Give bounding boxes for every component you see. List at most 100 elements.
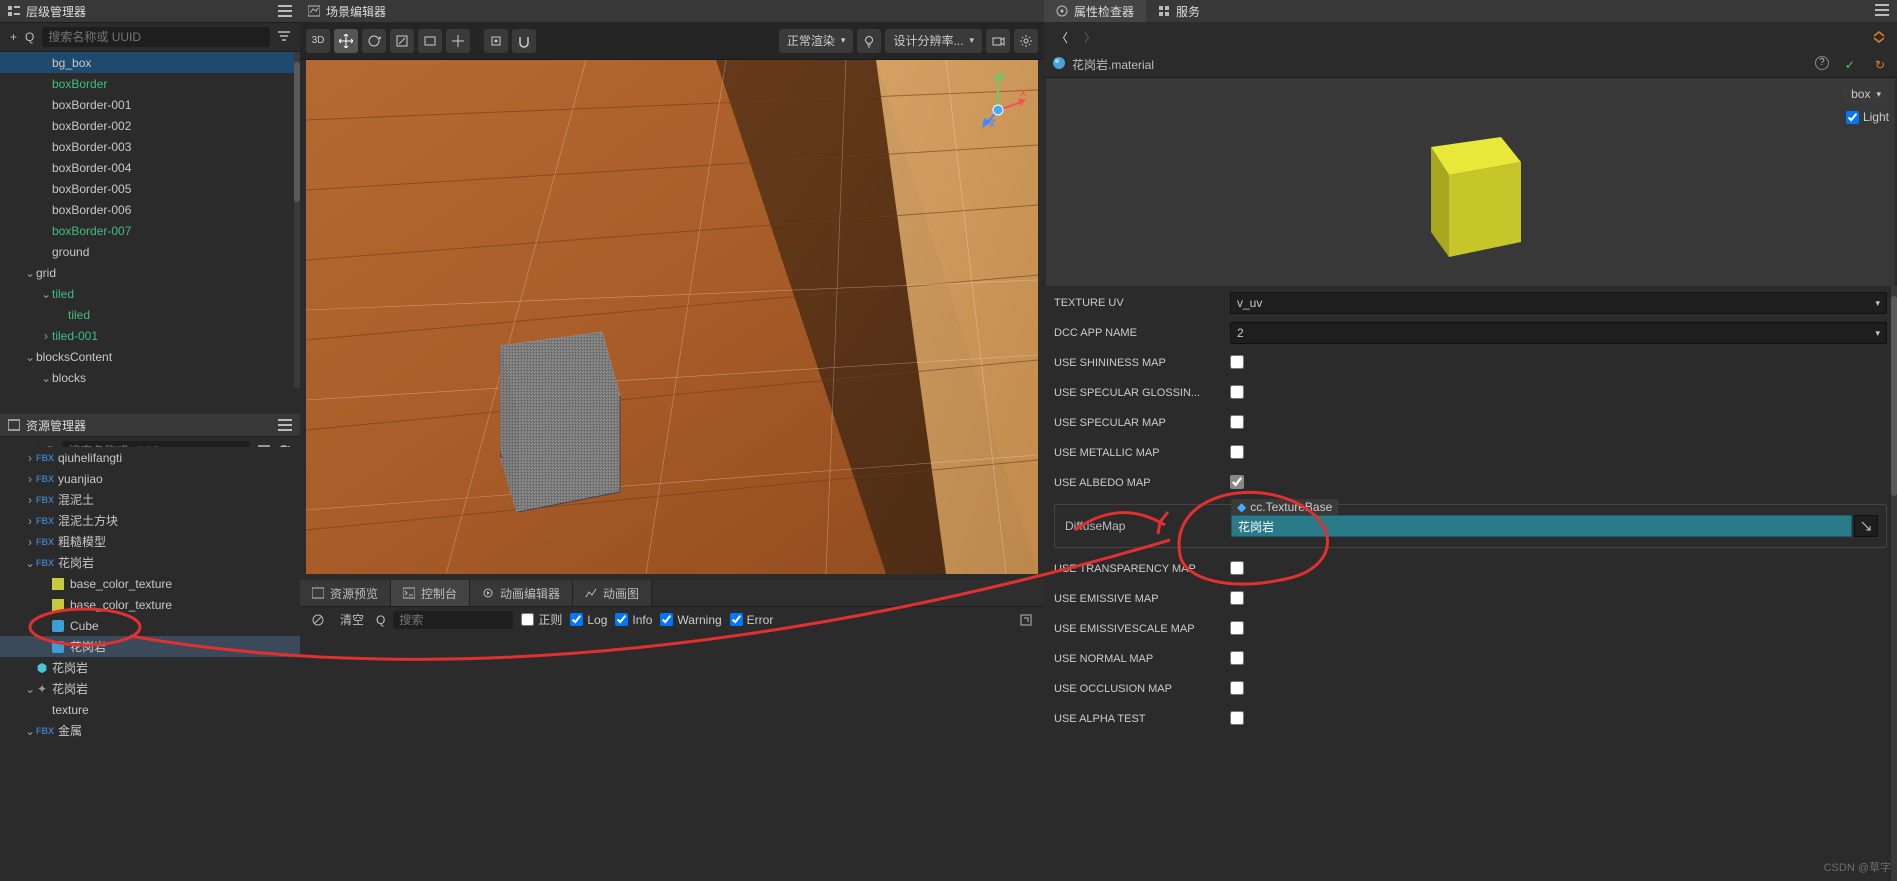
asset-item[interactable]: 花岗岩 <box>0 636 300 657</box>
nav-back-button[interactable]: 〈 <box>1052 27 1072 48</box>
use-shininess-checkbox[interactable] <box>1230 355 1244 369</box>
camera-button[interactable] <box>986 29 1010 53</box>
preview-primitive-dropdown[interactable]: box▾ <box>1843 84 1889 104</box>
prop-use-metallic: USE METALLIC MAP <box>1054 438 1887 468</box>
texture-uv-dropdown[interactable]: v_uv▾ <box>1230 292 1887 314</box>
hierarchy-item[interactable]: boxBorder-007 <box>0 220 300 241</box>
hierarchy-item[interactable]: boxBorder-005 <box>0 178 300 199</box>
use-emissivescale-checkbox[interactable] <box>1230 621 1244 635</box>
console-clear-button[interactable]: 清空 <box>336 609 368 630</box>
use-spec-gloss-checkbox[interactable] <box>1230 385 1244 399</box>
hierarchy-item[interactable]: boxBorder-001 <box>0 94 300 115</box>
hierarchy-menu-button[interactable] <box>278 5 292 17</box>
hierarchy-item[interactable]: boxBorder-003 <box>0 136 300 157</box>
hierarchy-item[interactable]: ⌄blocksContent <box>0 346 300 367</box>
revert-button[interactable]: ↻ <box>1871 56 1889 74</box>
asset-item[interactable]: ›FBXyuanjiao <box>0 468 300 489</box>
use-normal-checkbox[interactable] <box>1230 651 1244 665</box>
asset-item[interactable]: base_color_texture <box>0 594 300 615</box>
console-open-button[interactable] <box>1016 612 1036 628</box>
hierarchy-tree[interactable]: bg_boxboxBorderboxBorder-001boxBorder-00… <box>0 52 300 414</box>
asset-item[interactable]: ›FBXqiuhelifangti <box>0 447 300 468</box>
use-transparency-checkbox[interactable] <box>1230 561 1244 575</box>
hierarchy-item[interactable]: boxBorder-006 <box>0 199 300 220</box>
use-alpha-test-checkbox[interactable] <box>1230 711 1244 725</box>
hierarchy-item[interactable]: boxBorder <box>0 73 300 94</box>
hierarchy-item[interactable]: bg_box <box>0 52 300 73</box>
prop-dcc-app: DCC APP NAME 2▾ <box>1054 318 1887 348</box>
search-icon: Q <box>21 28 38 46</box>
diffuse-map-picker-button[interactable] <box>1854 515 1878 537</box>
prop-use-spec-gloss: USE SPECULAR GLOSSIN... <box>1054 378 1887 408</box>
preview-light-checkbox[interactable]: Light <box>1846 110 1889 124</box>
mode-3d-button[interactable]: 3D <box>306 29 330 53</box>
asset-item[interactable]: ⌄FBX花岗岩 <box>0 552 300 573</box>
console-stop-icon[interactable] <box>308 612 328 628</box>
inspector-menu-button[interactable] <box>1867 0 1897 22</box>
add-node-button[interactable]: + <box>6 28 21 46</box>
asset-item[interactable]: ⬢花岗岩 <box>0 657 300 678</box>
expand-button[interactable] <box>1869 29 1889 45</box>
filter-button[interactable] <box>274 29 294 45</box>
console-warning-checkbox[interactable]: Warning <box>660 613 721 627</box>
scene-viewport[interactable]: y x z <box>306 60 1038 574</box>
tab-animation-editor[interactable]: 动画编辑器 <box>470 580 573 606</box>
transform-tool-button[interactable] <box>446 29 470 53</box>
axis-gizmo[interactable]: y x z <box>968 70 1028 130</box>
asset-item[interactable]: ⌄FBX金属 <box>0 720 300 741</box>
use-metallic-checkbox[interactable] <box>1230 445 1244 459</box>
console-search-input[interactable] <box>393 611 513 629</box>
hierarchy-icon <box>8 5 20 17</box>
console-toolbar: 清空 Q 正则 Log Info Warning Error <box>300 606 1044 632</box>
light-toggle-button[interactable] <box>857 29 881 53</box>
tab-console[interactable]: 控制台 <box>391 580 470 606</box>
asset-item[interactable]: ›FBX粗糙模型 <box>0 531 300 552</box>
use-emissive-checkbox[interactable] <box>1230 591 1244 605</box>
render-mode-dropdown[interactable]: 正常渲染▾ <box>779 29 854 53</box>
help-button[interactable]: ? <box>1815 56 1829 70</box>
console-regex-checkbox[interactable]: 正则 <box>521 611 562 628</box>
tab-asset-preview[interactable]: 资源预览 <box>300 580 391 606</box>
asset-item[interactable]: ›FBX混泥土方块 <box>0 510 300 531</box>
console-error-checkbox[interactable]: Error <box>730 613 774 627</box>
asset-item[interactable]: ›FBX混泥土 <box>0 489 300 510</box>
console-log-checkbox[interactable]: Log <box>570 613 607 627</box>
use-specular-checkbox[interactable] <box>1230 415 1244 429</box>
anchor-tool-button[interactable] <box>484 29 508 53</box>
tab-inspector[interactable]: 属性检查器 <box>1044 0 1146 22</box>
dcc-app-dropdown[interactable]: 2▾ <box>1230 322 1887 344</box>
asset-item[interactable]: ⌄✦花岗岩 <box>0 678 300 699</box>
hierarchy-item[interactable]: boxBorder-004 <box>0 157 300 178</box>
tab-services[interactable]: 服务 <box>1146 0 1212 22</box>
tab-animation-graph[interactable]: 动画图 <box>573 580 652 606</box>
settings-button[interactable] <box>1014 29 1038 53</box>
apply-button[interactable]: ✓ <box>1841 56 1859 74</box>
console-info-checkbox[interactable]: Info <box>615 613 652 627</box>
material-preview[interactable]: box▾ Light <box>1046 78 1895 286</box>
move-tool-button[interactable] <box>334 29 358 53</box>
hierarchy-item[interactable]: ground <box>0 241 300 262</box>
hierarchy-search-input[interactable] <box>42 27 270 47</box>
hierarchy-item[interactable]: ⌄tiled <box>0 283 300 304</box>
use-occlusion-checkbox[interactable] <box>1230 681 1244 695</box>
scale-tool-button[interactable] <box>390 29 414 53</box>
assets-tree[interactable]: ›FBXqiuhelifangti›FBXyuanjiao›FBX混泥土›FBX… <box>0 447 300 881</box>
assets-menu-button[interactable] <box>278 419 292 431</box>
snap-tool-button[interactable] <box>512 29 536 53</box>
resolution-dropdown[interactable]: 设计分辨率...▾ <box>885 29 982 53</box>
hierarchy-item[interactable]: tiled <box>0 304 300 325</box>
hierarchy-item[interactable]: ⌄blocks <box>0 367 300 388</box>
asset-item[interactable]: Cube <box>0 615 300 636</box>
asset-item[interactable]: base_color_texture <box>0 573 300 594</box>
hierarchy-item[interactable]: boxBorder-002 <box>0 115 300 136</box>
prop-diffuse-map: DiffuseMap ◆cc.TextureBase 花岗岩 <box>1054 504 1887 548</box>
rect-tool-button[interactable] <box>418 29 442 53</box>
use-albedo-checkbox[interactable] <box>1230 475 1244 489</box>
nav-forward-button[interactable]: 〉 <box>1080 27 1100 48</box>
prop-use-albedo: USE ALBEDO MAP <box>1054 468 1887 498</box>
hierarchy-item[interactable]: ›tiled-001 <box>0 325 300 346</box>
diffuse-map-field[interactable]: 花岗岩 <box>1231 515 1852 537</box>
rotate-tool-button[interactable] <box>362 29 386 53</box>
hierarchy-item[interactable]: ⌄grid <box>0 262 300 283</box>
asset-item[interactable]: texture <box>0 699 300 720</box>
